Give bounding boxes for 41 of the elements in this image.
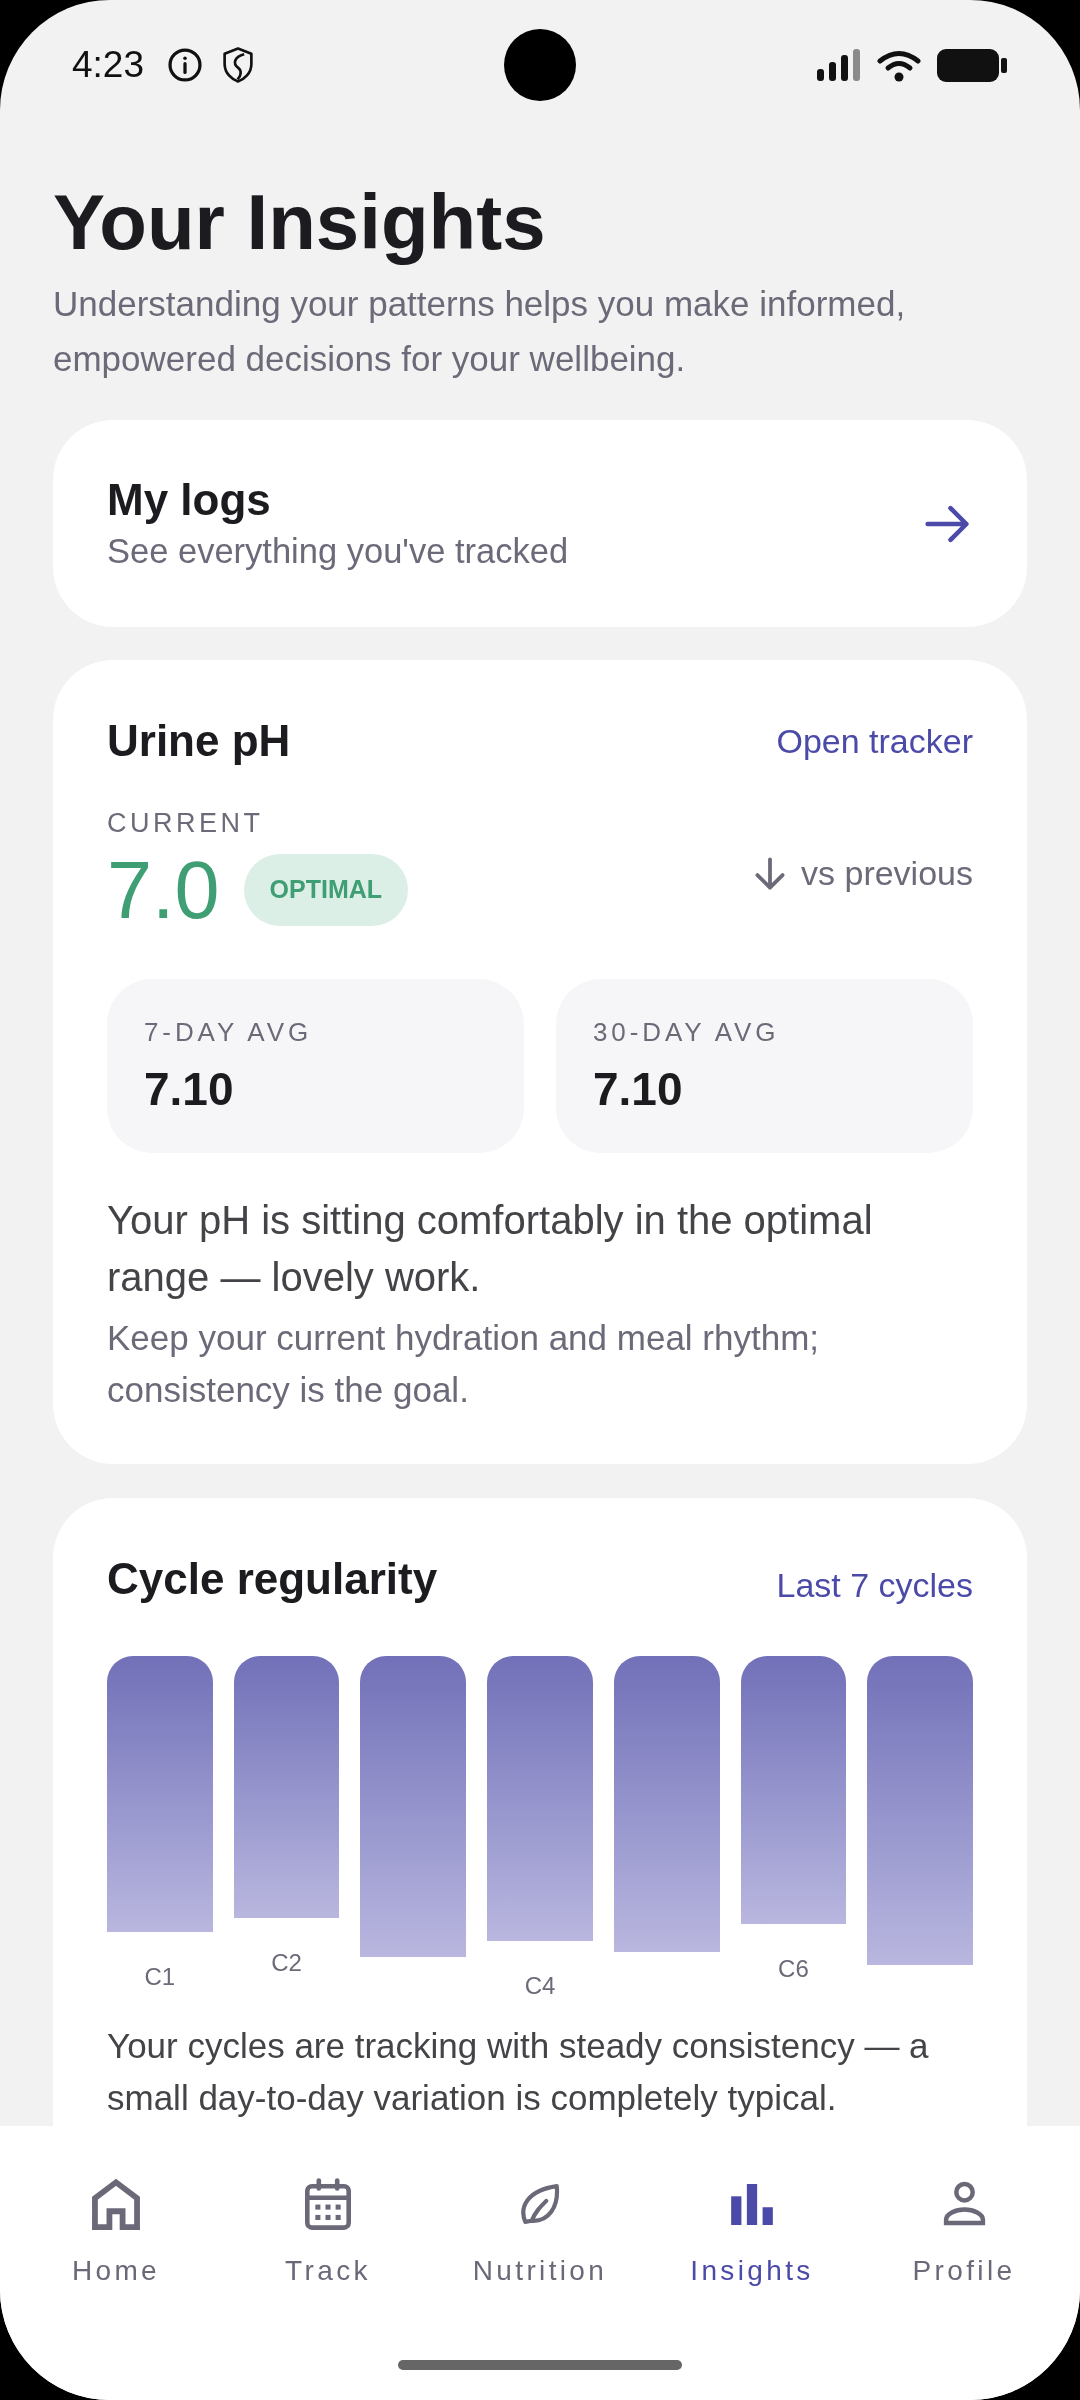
card-title: My logs bbox=[107, 473, 272, 526]
range-link[interactable]: Last 7 cycles bbox=[776, 1563, 973, 1607]
card-title: Cycle regularity bbox=[107, 1553, 438, 1605]
person-icon bbox=[942, 2181, 986, 2227]
card-title: Urine pH bbox=[107, 715, 291, 767]
bar-chart-icon bbox=[731, 2183, 773, 2225]
nav-tab[interactable]: Home bbox=[10, 2177, 222, 2289]
trend-label: vs previous bbox=[801, 853, 973, 894]
info-icon bbox=[168, 48, 202, 82]
nav-tab[interactable]: Nutrition bbox=[434, 2177, 646, 2289]
ph-tip: Keep your current hydration and meal rhythm; consistency is the goal. bbox=[107, 1317, 821, 1411]
signal-icon bbox=[817, 49, 861, 81]
arrow-right-icon bbox=[925, 504, 969, 543]
open-tracker-link[interactable]: Open tracker bbox=[776, 719, 973, 763]
nav-tab[interactable]: Insights bbox=[646, 2177, 858, 2289]
page-subtitle: Understanding your patterns helps you make informed, empowered decisions for your wellbeing. bbox=[53, 283, 907, 380]
status-time: 4:23 bbox=[72, 43, 144, 87]
cycle-message: Your cycles are tracking with steady consistency — a small day-to-day variation is completely typical. bbox=[107, 2025, 930, 2119]
card-subtitle: See everything you've tracked bbox=[107, 530, 569, 572]
shield-icon bbox=[223, 47, 253, 83]
house-icon bbox=[91, 2177, 141, 2231]
nav-tab[interactable]: Track bbox=[222, 2177, 434, 2289]
bar-label: C1 bbox=[144, 1962, 176, 1992]
bar-label: C2 bbox=[271, 1948, 302, 1978]
calendar-icon bbox=[305, 2178, 351, 2230]
bar-label: C6 bbox=[778, 1954, 809, 1984]
current-ph-value: 7.0 bbox=[107, 844, 220, 936]
nav-tab[interactable]: Profile bbox=[858, 2177, 1070, 2289]
ph-message: Your pH is sitting comfortably in the optimal range — lovely work. bbox=[107, 1197, 874, 1301]
status-badge: OPTIMAL bbox=[243, 854, 409, 926]
leaf-icon bbox=[518, 2183, 562, 2225]
bar-label: C4 bbox=[524, 1971, 556, 2001]
page-title: Your Insights bbox=[53, 177, 547, 267]
average-value: 7.10 bbox=[593, 1062, 684, 1116]
average-label: 30-DAY AVG bbox=[593, 1016, 781, 1049]
average-label: 7-DAY AVG bbox=[144, 1016, 314, 1049]
wifi-icon bbox=[877, 48, 921, 82]
current-label: CURRENT bbox=[107, 807, 265, 840]
battery-icon bbox=[937, 48, 1007, 82]
logs-card[interactable]: My logs See everything you've tracked bbox=[53, 420, 1027, 627]
average-value: 7.10 bbox=[144, 1062, 235, 1116]
